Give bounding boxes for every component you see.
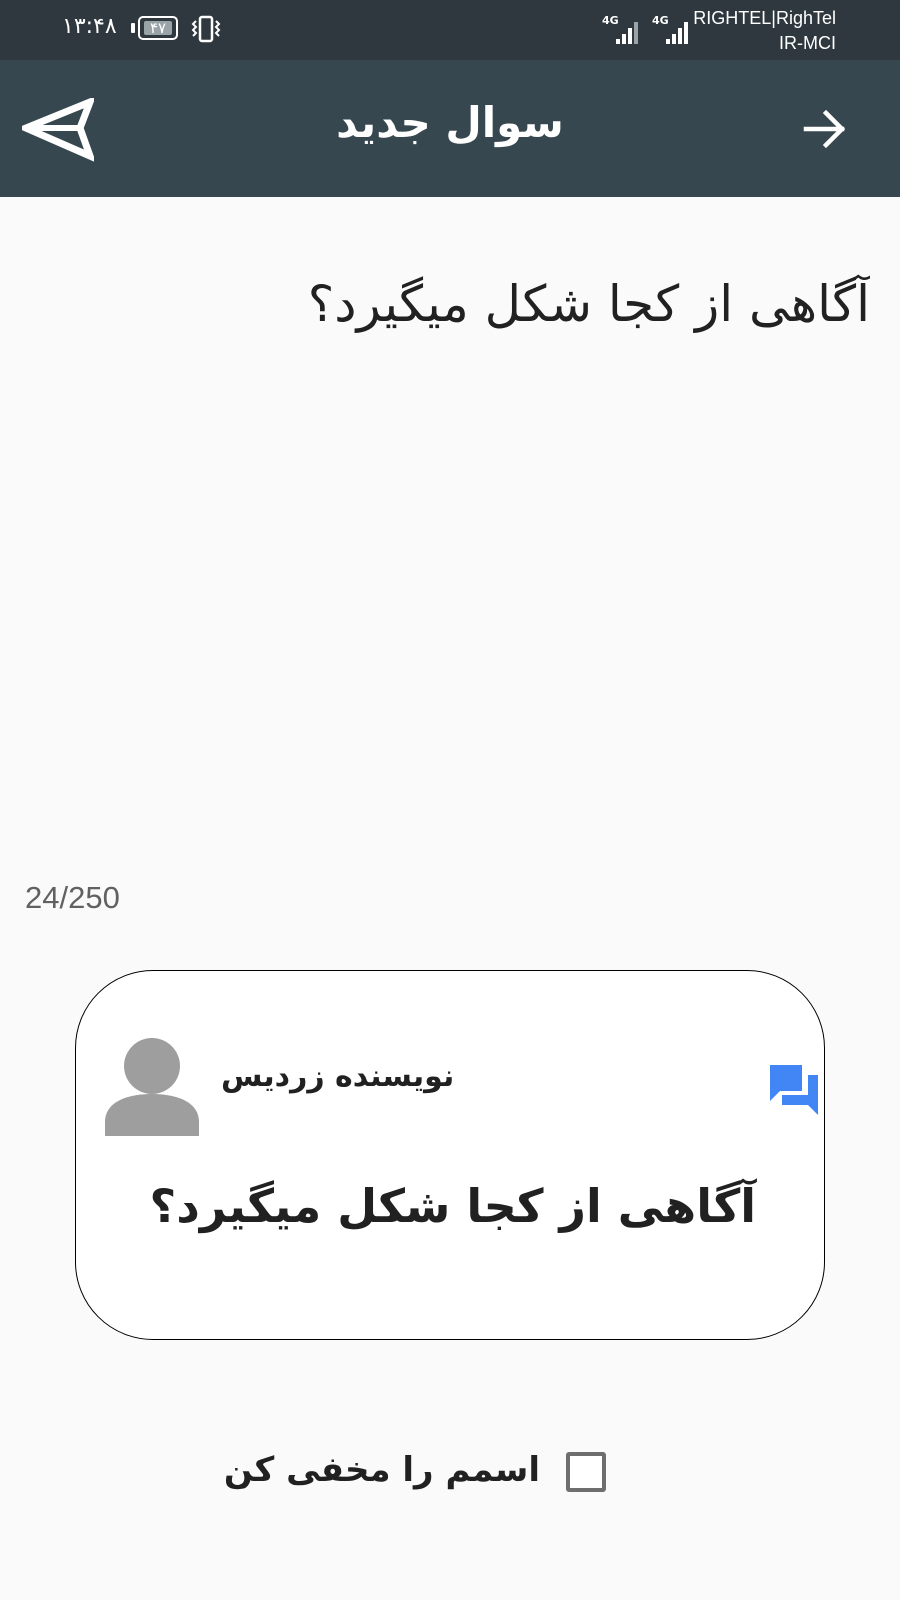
card-question-text: آگاهی از کجا شکل میگیرد؟: [149, 1179, 756, 1233]
hide-name-checkbox[interactable]: [566, 1452, 606, 1492]
author-name: نویسنده زردیس: [221, 1059, 455, 1094]
status-bar: ۱۳:۴۸ ۴۷ 4G 4G RIGHTEL|RighTel IR-MCI: [0, 0, 900, 60]
question-preview-card: نویسنده زردیس آگاهی از کجا شکل میگیرد؟: [75, 970, 825, 1340]
battery-tip: [131, 23, 135, 33]
hide-name-label: اسمم را مخفی کن: [223, 1450, 540, 1490]
character-counter: 24/250: [25, 880, 120, 915]
person-icon: [105, 1038, 199, 1136]
signal-icon: 4G: [602, 12, 646, 46]
vibrate-icon: [191, 15, 221, 43]
signal-icon: 4G: [652, 12, 696, 46]
battery-level: ۴۷: [149, 19, 167, 37]
status-time: ۱۳:۴۸: [62, 14, 117, 39]
question-input[interactable]: آگاهی از کجا شکل میگیرد؟: [24, 270, 870, 830]
battery-icon: ۴۷: [138, 16, 178, 40]
carrier-line-1: RIGHTEL|RighTel: [693, 8, 836, 28]
carrier-line-2: IR-MCI: [779, 33, 836, 53]
carrier-names: RIGHTEL|RighTel IR-MCI: [693, 6, 836, 56]
send-icon[interactable]: [22, 98, 94, 162]
hide-name-option[interactable]: اسمم را مخفی کن: [200, 1440, 700, 1510]
app-bar: سوال جدید: [0, 60, 900, 197]
forum-icon: [770, 1065, 818, 1115]
page-title: سوال جدید: [336, 98, 564, 147]
arrow-right-icon[interactable]: [800, 104, 850, 154]
